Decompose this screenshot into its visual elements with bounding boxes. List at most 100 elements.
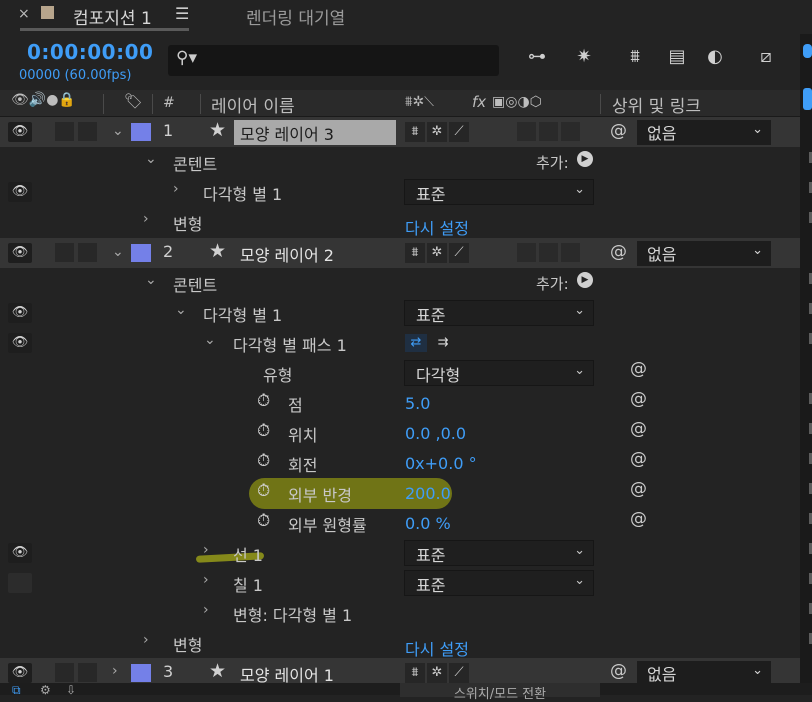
hamburger-icon[interactable]: ☰: [175, 4, 189, 23]
label-color-swatch[interactable]: [131, 664, 151, 682]
chevron-right-icon[interactable]: ›: [203, 542, 209, 558]
eye-icon[interactable]: 👁: [8, 243, 32, 263]
blend-mode-dropdown[interactable]: 표준 ⌄: [404, 179, 594, 205]
layer-name[interactable]: 모양 레이어 1: [234, 661, 396, 683]
chevron-down-icon[interactable]: ⌄: [145, 151, 157, 167]
render-time-icon[interactable]: ⧉: [12, 683, 21, 698]
tab-composition[interactable]: 컴포지션 1: [73, 4, 152, 29]
pickwhip-icon[interactable]: @: [630, 359, 647, 379]
tab-render-queue[interactable]: 렌더링 대기열: [246, 4, 345, 29]
reset-link[interactable]: 다시 설정: [405, 215, 469, 239]
pickwhip-icon[interactable]: @: [630, 419, 647, 439]
search-input[interactable]: [168, 45, 499, 76]
blend-mode-dropdown[interactable]: 표준 ⌄: [404, 540, 594, 566]
chevron-down-icon[interactable]: ⌄: [204, 332, 216, 348]
lock-toggle[interactable]: [78, 663, 97, 682]
shy-switch-icon[interactable]: ⩩: [405, 663, 425, 683]
chevron-right-icon[interactable]: ›: [173, 181, 179, 197]
switch-blank[interactable]: [539, 122, 558, 141]
chevron-down-icon[interactable]: ⌄: [175, 302, 187, 318]
frame-blending-icon[interactable]: ▤: [664, 46, 690, 72]
layer-row[interactable]: 👁 ⌄ 2 ★ 모양 레이어 2 ⩩ ✲ ⟋ @ 없음 ⌄: [0, 238, 800, 268]
chevron-right-icon[interactable]: ›: [143, 211, 149, 227]
parent-link-header[interactable]: 상위 및 링크: [612, 92, 701, 117]
eye-toggle-off[interactable]: [8, 573, 32, 593]
eye-icon[interactable]: 👁: [8, 663, 32, 683]
eye-icon[interactable]: 👁: [8, 122, 32, 142]
switch-blank[interactable]: [539, 243, 558, 262]
reset-link[interactable]: 다시 설정: [405, 636, 469, 660]
switch-blank[interactable]: [517, 243, 536, 262]
stopwatch-icon[interactable]: ⏱: [257, 511, 270, 531]
solo-toggle[interactable]: [55, 243, 74, 262]
chevron-down-icon[interactable]: ⌄: [112, 123, 124, 139]
stopwatch-icon[interactable]: ⏱: [257, 481, 270, 501]
layer-number-header[interactable]: #: [163, 95, 175, 111]
shy-switch-icon[interactable]: ⩩: [405, 122, 425, 142]
switch-blank[interactable]: [561, 122, 580, 141]
add-menu-play-icon[interactable]: ▶: [577, 272, 593, 288]
eye-icon[interactable]: 👁: [8, 303, 32, 323]
label-color-swatch[interactable]: [131, 123, 151, 141]
composition-mini-flowchart-icon[interactable]: ⊶: [524, 46, 550, 72]
layer-name[interactable]: 모양 레이어 2: [234, 241, 396, 266]
path-direction-icon[interactable]: ⇄: [405, 334, 427, 352]
time-navigator-start[interactable]: [803, 44, 812, 58]
parent-dropdown[interactable]: 없음 ⌄: [637, 241, 771, 266]
layer-row[interactable]: 👁 › 3 ★ 모양 레이어 1 ⩩ ✲ ⟋ @ 없음 ⌄: [0, 658, 800, 683]
current-time-indicator[interactable]: [803, 88, 812, 110]
chevron-right-icon[interactable]: ›: [112, 663, 118, 679]
stopwatch-icon[interactable]: ⏱: [257, 421, 270, 441]
stopwatch-icon[interactable]: ⏱: [257, 451, 270, 471]
quality-switch-icon[interactable]: ⟋: [449, 122, 469, 142]
chevron-right-icon[interactable]: ›: [143, 632, 149, 648]
chevron-down-icon[interactable]: ⌄: [145, 272, 157, 288]
collapse-switch-icon[interactable]: ✲: [427, 663, 447, 683]
outer-radius-value[interactable]: 200.0: [405, 484, 451, 503]
label-color-swatch[interactable]: [131, 244, 151, 262]
current-time-display[interactable]: 0:00:00:00: [27, 40, 153, 64]
shy-switch-icon[interactable]: ⩩: [405, 243, 425, 263]
label-tag-icon[interactable]: 🏷: [124, 92, 143, 110]
add-menu-play-icon[interactable]: ▶: [577, 151, 593, 167]
close-tab-icon[interactable]: ×: [18, 6, 30, 22]
lock-toggle[interactable]: [78, 122, 97, 141]
pickwhip-icon[interactable]: @: [630, 449, 647, 469]
quality-switch-icon[interactable]: ⟋: [449, 243, 469, 263]
pickwhip-icon[interactable]: @: [630, 479, 647, 499]
pickwhip-icon[interactable]: @: [610, 242, 627, 262]
layer-row[interactable]: 👁 ⌄ 1 ★ 모양 레이어 3 ⩩ ✲ ⟋ @ 없음 ⌄: [0, 117, 800, 147]
layer-name-header[interactable]: 레이어 이름: [211, 92, 295, 117]
draft-3d-icon[interactable]: ✷: [571, 46, 597, 72]
pickwhip-icon[interactable]: @: [610, 121, 627, 141]
chevron-right-icon[interactable]: ›: [203, 602, 209, 618]
shy-layers-icon[interactable]: ⩩: [622, 46, 648, 72]
eye-icon[interactable]: 👁: [8, 543, 32, 563]
solo-toggle[interactable]: [55, 122, 74, 141]
collapse-switch-icon[interactable]: ✲: [427, 122, 447, 142]
pickwhip-icon[interactable]: @: [610, 661, 627, 681]
switch-blank[interactable]: [517, 122, 536, 141]
parent-dropdown[interactable]: 없음 ⌄: [637, 120, 771, 145]
pickwhip-icon[interactable]: @: [630, 509, 647, 529]
type-dropdown[interactable]: 다각형 ⌄: [404, 360, 594, 386]
lock-toggle[interactable]: [78, 243, 97, 262]
quality-switch-icon[interactable]: ⟋: [449, 663, 469, 683]
blend-mode-dropdown[interactable]: 표준 ⌄: [404, 300, 594, 326]
eye-icon[interactable]: 👁: [8, 333, 32, 353]
path-reverse-icon[interactable]: ⇉: [432, 334, 454, 352]
stopwatch-icon[interactable]: ⏱: [257, 391, 270, 411]
outer-roundness-value[interactable]: 0.0 %: [405, 514, 451, 533]
rotation-value[interactable]: 0x+0.0 °: [405, 454, 477, 473]
motion-blur-icon[interactable]: ◐: [702, 46, 728, 72]
parent-dropdown[interactable]: 없음 ⌄: [637, 661, 771, 683]
collapse-switch-icon[interactable]: ✲: [427, 243, 447, 263]
points-value[interactable]: 5.0: [405, 394, 430, 413]
pickwhip-icon[interactable]: @: [630, 389, 647, 409]
position-value[interactable]: 0.0 ,0.0: [405, 424, 466, 443]
solo-toggle[interactable]: [55, 663, 74, 682]
blend-mode-dropdown[interactable]: 표준 ⌄: [404, 570, 594, 596]
chevron-right-icon[interactable]: ›: [203, 572, 209, 588]
graph-editor-icon[interactable]: ⧄: [753, 46, 779, 72]
eye-icon[interactable]: 👁: [8, 182, 32, 202]
